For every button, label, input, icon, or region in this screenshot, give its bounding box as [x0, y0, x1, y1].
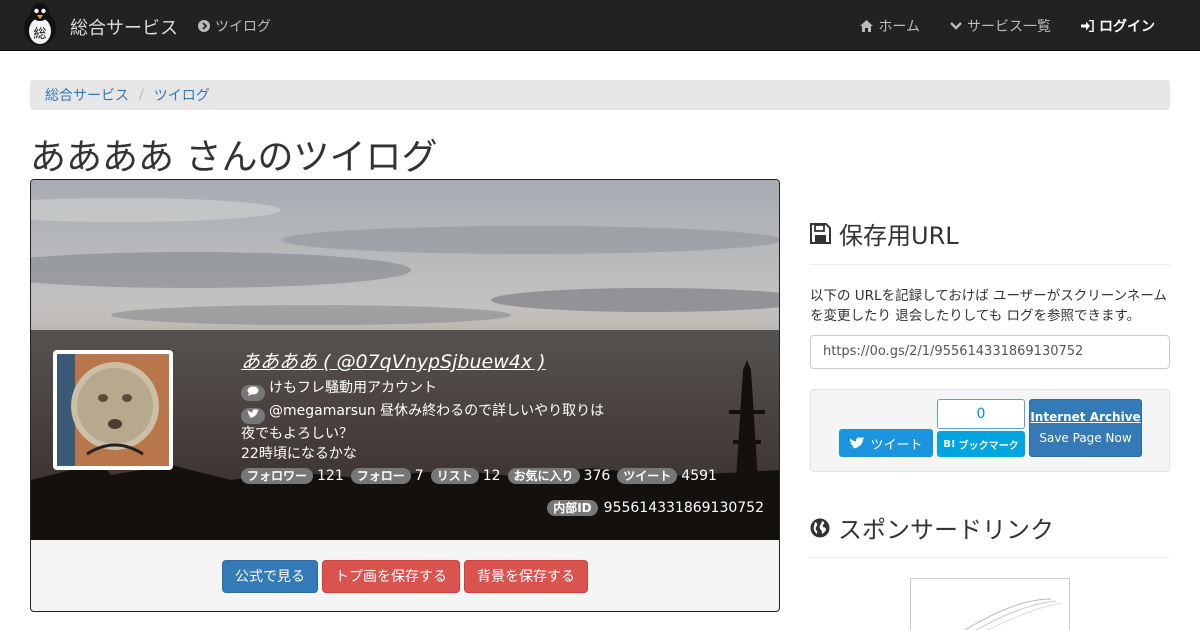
- hatena-bookmark-label: ブックマーク: [958, 440, 1019, 452]
- tweet-share-label: ツイート: [870, 437, 923, 453]
- nav-login[interactable]: ログイン: [1081, 16, 1155, 36]
- stat-value-lists: 12: [482, 468, 501, 484]
- stat-label-favorites: お気に入り: [507, 468, 580, 484]
- stat-label-followers: フォロワー: [241, 468, 314, 484]
- share-buttons-box: ツイート 0 B! ブックマーク Internet Archive Save P…: [810, 389, 1170, 472]
- sponsor-heading-text: スポンサードリンク: [838, 516, 1054, 544]
- profile-bio-line: けもフレ騒動用アカウント: [241, 378, 761, 401]
- latest-tweet-line2: 夜でもよろしい？: [241, 426, 353, 442]
- brand-link[interactable]: 総合サービス: [70, 14, 178, 40]
- view-official-button[interactable]: 公式で見る: [222, 560, 318, 593]
- sponsor-heading: スポンサードリンク: [810, 510, 1054, 545]
- hatena-bookmark-count[interactable]: 0: [937, 399, 1025, 429]
- latest-tweet-line3: 22時頃になるかな: [241, 446, 357, 462]
- nav-home[interactable]: ホーム: [860, 16, 920, 36]
- latest-tweet: @megamarsun 昼休み終わるので詳しいやり取りは 夜でもよろしい？ 22…: [241, 401, 761, 464]
- sponsored-ad-frame[interactable]: [910, 578, 1070, 630]
- globe-icon: [810, 518, 830, 537]
- breadcrumb: 総合サービス / ツイログ: [30, 80, 1170, 110]
- save-url-description: 以下の URLを記録しておけば ユーザーがスクリーンネームを変更したり 退会した…: [810, 288, 1167, 324]
- hatena-bookmark-button[interactable]: B! ブックマーク: [937, 431, 1025, 457]
- twitter-bird-icon: [241, 408, 265, 424]
- profile-stats: フォロワー 121 フォロー 7 リスト 12 お気に入り 376 ツイート 4…: [241, 466, 761, 486]
- stat-label-lists: リスト: [430, 468, 479, 484]
- comment-icon: [241, 385, 265, 401]
- save-url-divider: [810, 264, 1170, 265]
- stat-value-favorites: 376: [583, 468, 611, 484]
- page-title: ああああ さんのツイログ: [30, 137, 438, 178]
- profile-card: ああああ ( @07qVnypSjbuew4x ) けもフレ騒動用アカウント @…: [30, 179, 780, 612]
- stat-label-following: フォロー: [350, 468, 411, 484]
- profile-avatar[interactable]: [53, 350, 173, 470]
- save-url-input[interactable]: https://0o.gs/2/1/955614331869130752: [810, 335, 1170, 369]
- breadcrumb-separator: /: [139, 87, 144, 103]
- sponsor-divider: [810, 557, 1170, 558]
- logo-char: 総: [33, 27, 46, 42]
- latest-tweet-line1: @megamarsun 昼休み終わるので詳しいやり取りは: [269, 403, 605, 419]
- nav-twilog-label: ツイログ: [215, 19, 271, 35]
- sign-in-icon: [1081, 20, 1094, 32]
- internal-id-value: 955614331869130752: [603, 500, 764, 516]
- nav-home-label: ホーム: [878, 19, 920, 35]
- chevron-circle-right-icon: [198, 20, 210, 32]
- profile-bio: けもフレ騒動用アカウント: [269, 380, 437, 396]
- hatena-b-icon: B!: [943, 438, 956, 450]
- stat-value-tweets: 4591: [681, 468, 717, 484]
- profile-action-buttons: 公式で見る トプ画を保存する 背景を保存する: [31, 560, 779, 593]
- nav-login-label: ログイン: [1099, 19, 1155, 35]
- internet-archive-button[interactable]: Internet Archive Save Page Now: [1029, 399, 1142, 457]
- save-background-button[interactable]: 背景を保存する: [464, 560, 588, 593]
- penguin-logo-icon[interactable]: 総: [20, 2, 60, 46]
- profile-info: ああああ ( @07qVnypSjbuew4x ) けもフレ騒動用アカウント @…: [241, 350, 761, 486]
- stat-value-following: 7: [414, 468, 424, 484]
- home-icon: [860, 20, 874, 32]
- save-url-heading-text: 保存用URL: [839, 222, 959, 250]
- navbar: 総 総合サービス ツイログ ホーム サービス一覧 ログイン: [0, 0, 1200, 51]
- breadcrumb-home[interactable]: 総合サービス: [45, 85, 129, 105]
- stat-label-tweets: ツイート: [617, 468, 678, 484]
- profile-name-link[interactable]: ああああ ( @07qVnypSjbuew4x ): [241, 350, 761, 374]
- chevron-down-icon: [950, 22, 962, 30]
- nav-services[interactable]: サービス一覧: [950, 16, 1051, 36]
- twitter-bird-icon: [849, 436, 866, 448]
- internet-archive-title: Internet Archive: [1030, 410, 1141, 424]
- internet-archive-subtitle: Save Page Now: [1039, 431, 1132, 445]
- save-icon-image-button[interactable]: トプ画を保存する: [322, 560, 460, 593]
- internal-id-label: 内部ID: [547, 500, 598, 516]
- nav-right: ホーム サービス一覧 ログイン: [860, 16, 1155, 36]
- floppy-disk-icon: [810, 223, 831, 244]
- breadcrumb-twilog[interactable]: ツイログ: [154, 85, 210, 105]
- nav-services-label: サービス一覧: [967, 19, 1051, 35]
- tweet-share-button[interactable]: ツイート: [839, 429, 933, 457]
- internal-id: 内部ID 955614331869130752: [547, 500, 764, 516]
- nav-twilog[interactable]: ツイログ: [198, 16, 271, 36]
- stat-value-followers: 121: [317, 468, 344, 484]
- save-url-heading: 保存用URL: [810, 216, 959, 251]
